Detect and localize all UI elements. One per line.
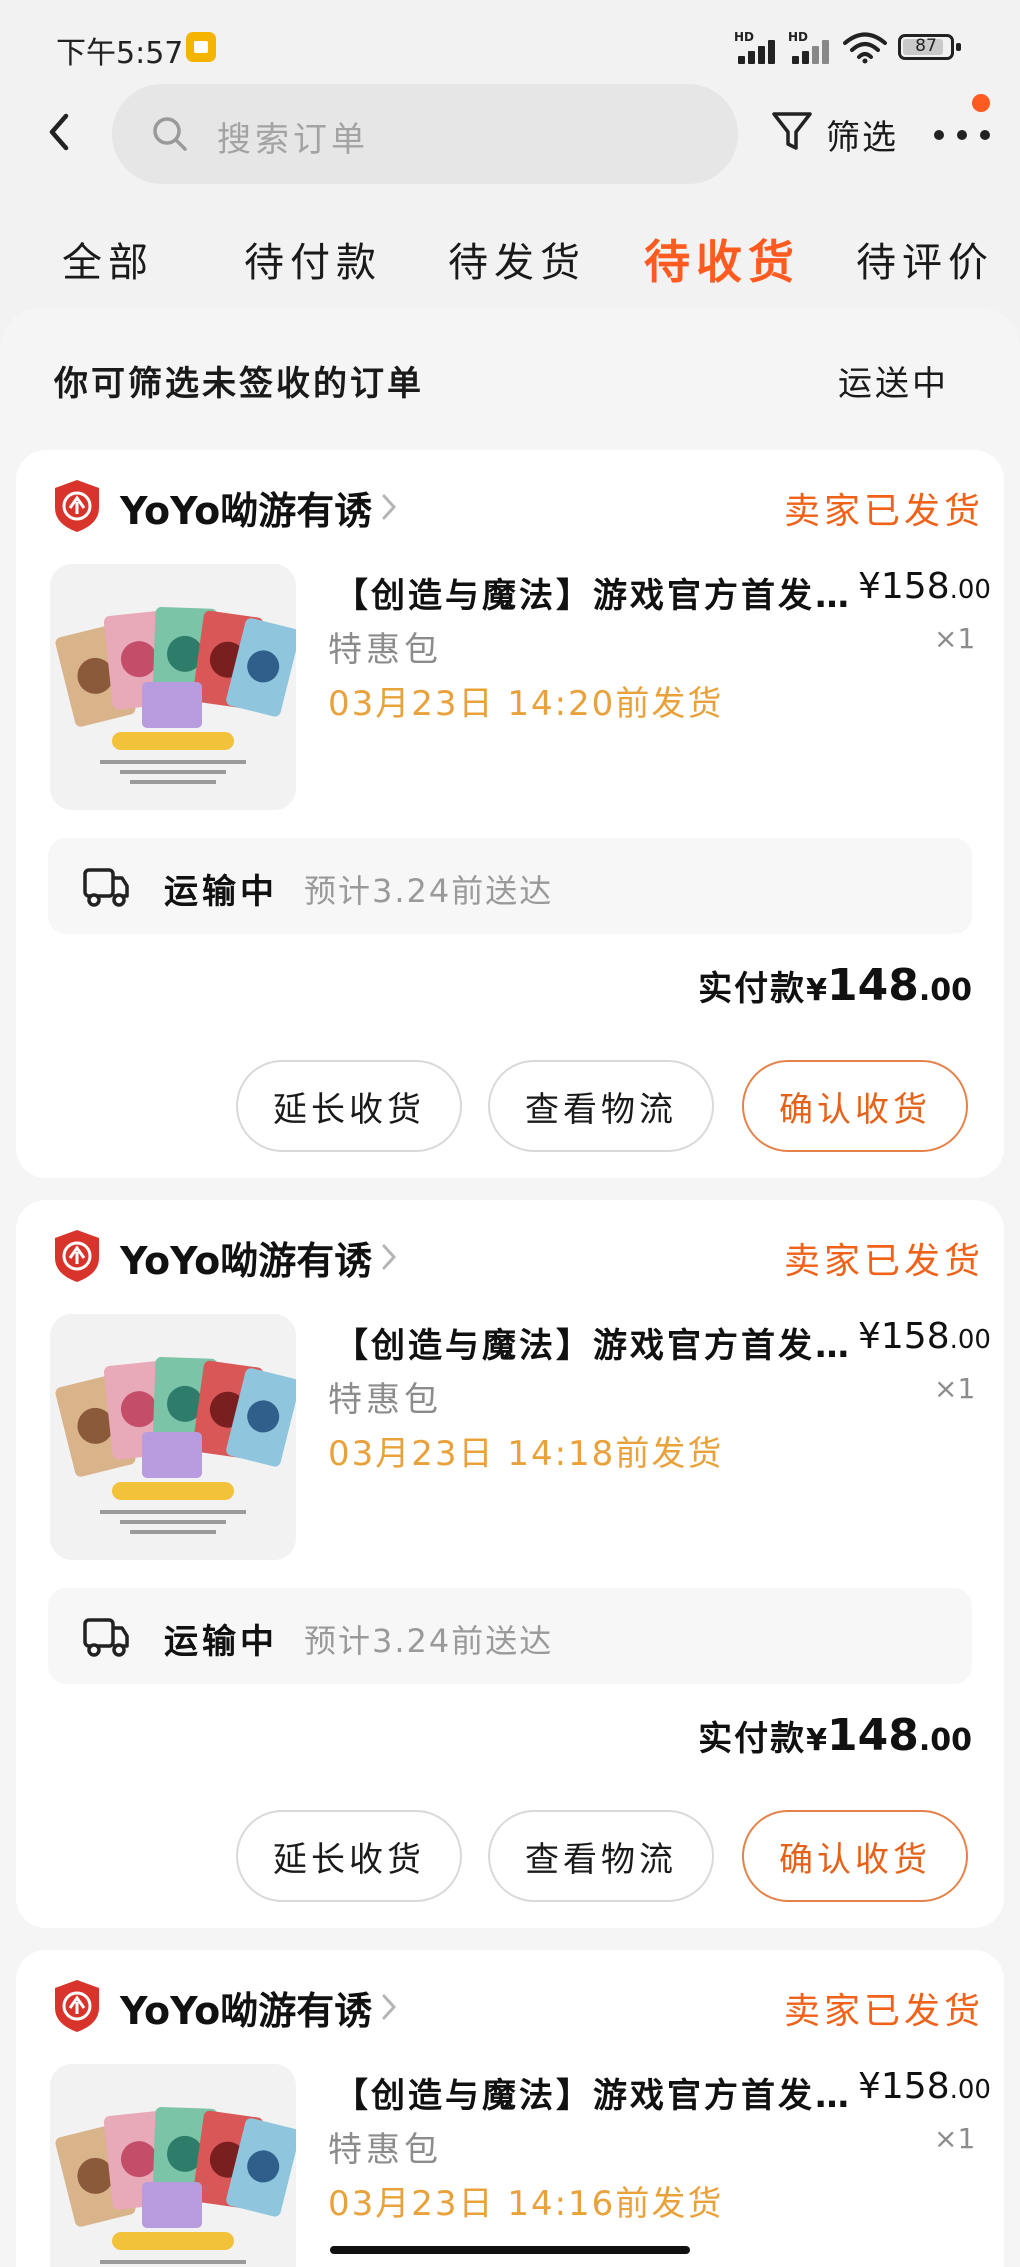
view-logistics-button[interactable]: 查看物流 [488, 1060, 714, 1152]
product-price: ¥158.00 [858, 2066, 991, 2107]
product-quantity: ×1 [934, 622, 976, 655]
filter-button[interactable]: 筛选 [770, 104, 910, 160]
confirm-receipt-button[interactable]: 确认收货 [742, 1060, 968, 1152]
product-image [50, 564, 296, 810]
product-image-frame[interactable] [50, 564, 296, 810]
product-quantity: ×1 [934, 1372, 976, 1405]
status-bar: 下午5:57 HD HD 87 [0, 0, 1020, 90]
ship-deadline: 03月23日 14:16前发货 [328, 2184, 724, 2224]
order-card[interactable]: YoYo呦游有诱 卖家已发货【创造与魔法】游戏官方首发卡牌 ¥158.00 特惠包 ×1… [16, 1950, 1004, 2267]
tab-pending-shipment[interactable]: 待发货 [448, 230, 586, 288]
search-input[interactable]: 搜索订单 [112, 84, 738, 184]
order-status: 卖家已发货 [784, 1991, 985, 2032]
product-variant: 特惠包 [328, 2130, 442, 2170]
home-indicator [330, 2246, 690, 2254]
notification-dot [972, 94, 990, 112]
product-price-cents: .00 [949, 2075, 991, 2105]
product-price-cents: .00 [949, 575, 991, 605]
logistics-eta: 预计3.24前送达 [304, 1622, 554, 1660]
paid-int: 148 [826, 1710, 919, 1761]
ship-deadline: 03月23日 14:20前发货 [328, 684, 724, 724]
paid-int: 148 [826, 960, 919, 1011]
filter-label: 筛选 [826, 118, 898, 158]
chevron-right-icon[interactable] [378, 490, 400, 524]
notification-icon [186, 32, 216, 62]
shop-name[interactable]: YoYo呦游有诱 [120, 1230, 372, 1285]
filter-hint-text: 你可筛选未签收的订单 [54, 364, 424, 404]
filter-icon [772, 112, 812, 150]
product-image [50, 1314, 296, 1560]
search-placeholder: 搜索订单 [217, 120, 369, 160]
paid-amount: 实付款¥148.00 [698, 1710, 972, 1761]
more-icon[interactable] [930, 110, 994, 154]
logistics-eta: 预计3.24前送达 [304, 872, 554, 910]
shop-badge-icon [55, 1980, 99, 2032]
ship-deadline: 03月23日 14:18前发货 [328, 1434, 724, 1474]
status-time: 下午5:57 [56, 36, 184, 71]
order-card[interactable]: YoYo呦游有诱 卖家已发货 【创造与魔法】游戏官方首发卡牌 ¥158.00 特惠包 ×1… [16, 1200, 1004, 1928]
wifi-icon [843, 32, 887, 64]
chevron-right-icon[interactable] [378, 1990, 400, 2024]
paid-amount: 实付款¥148.00 [698, 960, 972, 1011]
order-status: 卖家已发货 [784, 1241, 985, 1282]
logistics-summary[interactable]: 运输中 预计3.24前送达 [48, 1588, 972, 1684]
paid-cents: .00 [918, 973, 972, 1008]
extend-receipt-button[interactable]: 延长收货 [236, 1810, 462, 1902]
chevron-right-icon[interactable] [378, 1240, 400, 1274]
shop-badge-icon [55, 480, 99, 532]
logistics-status: 运输中 [164, 1622, 278, 1662]
product-price: ¥158.00 [858, 566, 991, 607]
paid-label: 实付款 [698, 1719, 807, 1759]
product-image-frame[interactable] [50, 1314, 296, 1560]
product-price-int: ¥158 [858, 1316, 950, 1357]
paid-currency: ¥ [806, 973, 827, 1008]
product-price-int: ¥158 [858, 566, 950, 607]
search-icon [153, 117, 187, 151]
product-image [50, 2064, 296, 2267]
order-card[interactable]: YoYo呦游有诱 卖家已发货 【创造与魔法】游戏官方首发卡牌 ¥158.00 特惠包 ×1… [16, 450, 1004, 1178]
truck-icon [83, 1618, 129, 1657]
product-price-cents: .00 [949, 1325, 991, 1355]
truck-icon [83, 868, 129, 907]
product-price-int: ¥158 [858, 2066, 950, 2107]
shop-name[interactable]: YoYo呦游有诱 [120, 480, 372, 535]
tab-pending-review[interactable]: 待评价 [856, 230, 994, 288]
logistics-status: 运输中 [164, 872, 278, 912]
paid-label: 实付款 [698, 969, 807, 1009]
product-variant: 特惠包 [328, 1380, 442, 1420]
tab-pending-receipt[interactable]: 待收货 [644, 226, 800, 292]
product-variant: 特惠包 [328, 630, 442, 670]
cell-signal-2-icon: HD [788, 30, 840, 64]
battery-icon: 87 [898, 34, 961, 60]
paid-cents: .00 [918, 1723, 972, 1758]
product-price: ¥158.00 [858, 1316, 991, 1357]
order-status: 卖家已发货 [784, 491, 985, 532]
cell-signal-icon: HD [734, 30, 786, 64]
product-quantity: ×1 [934, 2122, 976, 2155]
battery-level: 87 [915, 36, 937, 56]
product-image-frame[interactable] [50, 2064, 296, 2267]
view-logistics-button[interactable]: 查看物流 [488, 1810, 714, 1902]
tab-pending-payment[interactable]: 待付款 [244, 230, 382, 288]
shop-badge-icon [55, 1230, 99, 1282]
extend-receipt-button[interactable]: 延长收货 [236, 1060, 462, 1152]
paid-currency: ¥ [806, 1723, 827, 1758]
product-title[interactable]: 【创造与魔法】游戏官方首发卡牌 [334, 568, 854, 617]
filter-status-shipping[interactable]: 运送中 [838, 356, 949, 405]
product-title[interactable]: 【创造与魔法】游戏官方首发卡牌 [334, 2068, 854, 2117]
back-icon[interactable] [36, 104, 86, 160]
tab-all[interactable]: 全部 [62, 230, 154, 288]
logistics-summary[interactable]: 运输中 预计3.24前送达 [48, 838, 972, 934]
confirm-receipt-button[interactable]: 确认收货 [742, 1810, 968, 1902]
product-title[interactable]: 【创造与魔法】游戏官方首发卡牌 [334, 1318, 854, 1367]
shop-name[interactable]: YoYo呦游有诱 [120, 1980, 372, 2035]
